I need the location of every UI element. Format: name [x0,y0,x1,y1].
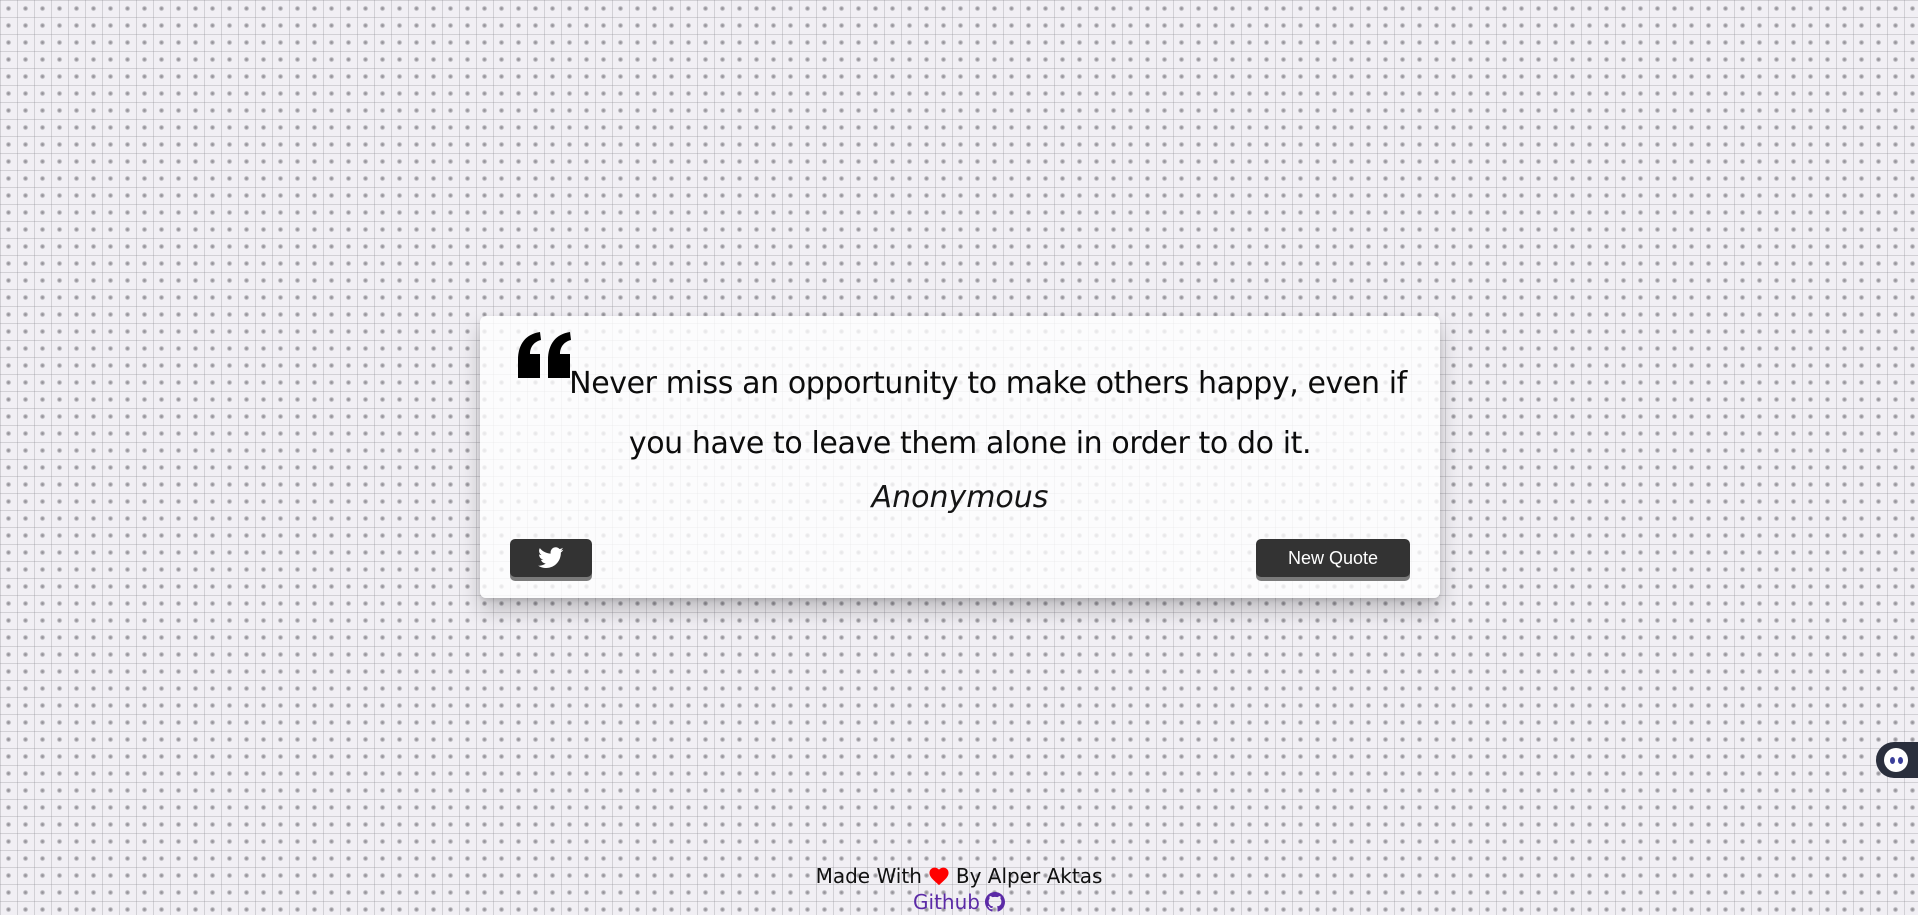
assistant-widget[interactable] [1876,742,1918,778]
footer: Made With By Alper Aktas Github [0,863,1918,915]
footer-credit: Made With By Alper Aktas [0,863,1918,889]
assistant-bot-icon [1884,748,1908,772]
twitter-icon [538,547,564,568]
quote-author: Anonymous [871,480,1049,515]
quote-card: Never miss an opportunity to make others… [480,316,1440,598]
github-icon [984,892,1005,912]
quote-text: Never miss an opportunity to make others… [569,366,1407,461]
new-quote-button[interactable]: New Quote [1256,539,1410,577]
author-credit-text: By Alper Aktas [955,864,1103,888]
github-link-label: Github [913,890,980,914]
github-link[interactable]: Github [913,889,1005,915]
heart-icon [929,867,949,886]
made-with-text: Made With [815,864,922,888]
tweet-button[interactable] [510,539,592,577]
